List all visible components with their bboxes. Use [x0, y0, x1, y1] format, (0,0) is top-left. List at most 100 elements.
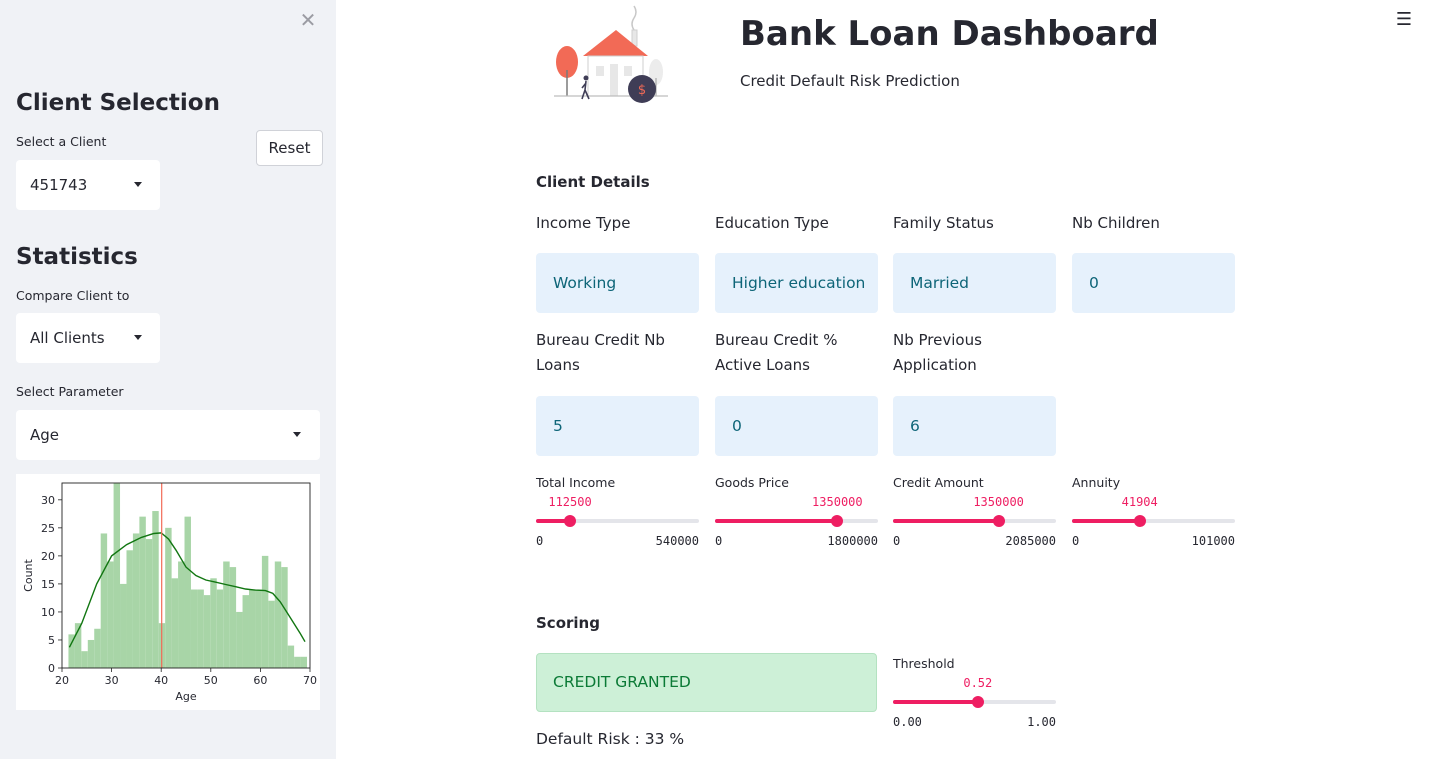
credit-amount-value: 1350000	[973, 495, 1024, 509]
y-tick-label: 25	[41, 522, 55, 535]
reset-button[interactable]: Reset	[256, 130, 323, 166]
histogram-bar	[236, 611, 243, 668]
client-details-heading: Client Details	[536, 173, 650, 191]
x-tick-label: 40	[154, 674, 168, 687]
bureau-credit-active-loans-value: 0	[715, 396, 878, 456]
page-title: Bank Loan Dashboard	[740, 14, 1159, 54]
goods-price-slider-fill	[715, 519, 838, 523]
select-parameter-label: Select Parameter	[16, 384, 124, 399]
histogram-bar	[184, 516, 191, 668]
histogram-bar	[300, 656, 308, 668]
histogram-bar	[107, 561, 114, 668]
parameter-select[interactable]: Age	[16, 410, 320, 460]
annuity-label: Annuity	[1072, 475, 1121, 490]
close-sidebar-icon[interactable]: ✕	[298, 10, 318, 30]
histogram-bar	[274, 561, 282, 668]
histogram-bar	[294, 656, 301, 668]
x-axis-label: Age	[175, 690, 197, 703]
income-type-label: Income Type	[536, 214, 631, 232]
histogram-bar	[281, 567, 288, 668]
histogram-bar	[203, 595, 211, 668]
total-income-slider-handle[interactable]	[563, 515, 576, 527]
histogram-bar	[248, 589, 256, 668]
client-selection-heading: Client Selection	[16, 90, 220, 116]
compare-select[interactable]: All Clients	[16, 313, 160, 363]
annuity-slider-handle[interactable]	[1133, 515, 1146, 527]
bureau-credit-nb-loans-label: Bureau Credit Nb Loans	[536, 328, 699, 378]
threshold-slider[interactable]	[893, 696, 1056, 708]
credit-amount-label: Credit Amount	[893, 475, 984, 490]
histogram-bar	[100, 533, 108, 668]
goods-price-min: 0	[715, 534, 723, 548]
histogram-bar	[242, 595, 249, 668]
client-select-value: 451743	[30, 176, 88, 194]
credit-amount-min: 0	[893, 534, 901, 548]
total-income-slider[interactable]	[536, 515, 699, 527]
y-tick-label: 0	[48, 662, 55, 675]
histogram-bar	[287, 645, 295, 668]
statistics-heading: Statistics	[16, 244, 138, 270]
histogram-bar	[190, 589, 198, 668]
default-risk-text: Default Risk : 33 %	[536, 730, 685, 748]
nb-previous-application-label: Nb Previous Application	[893, 328, 1056, 378]
credit-amount-slider-handle[interactable]	[992, 515, 1005, 527]
histogram-bar	[139, 516, 146, 668]
histogram-bar	[152, 511, 159, 668]
bureau-credit-nb-loans-label-line1: Bureau Credit Nb	[536, 331, 665, 349]
histogram-bar	[120, 583, 127, 668]
compare-select-value: All Clients	[30, 329, 105, 347]
select-client-label: Select a Client	[16, 134, 107, 149]
histogram-bar	[171, 578, 179, 668]
histogram-bar	[223, 561, 230, 668]
threshold-min: 0.00	[893, 715, 922, 729]
family-status-label: Family Status	[893, 214, 994, 232]
x-tick-label: 70	[303, 674, 317, 687]
goods-price-slider[interactable]	[715, 515, 878, 527]
compare-client-label: Compare Client to	[16, 288, 130, 303]
annuity-value: 41904	[1121, 495, 1158, 509]
histogram-bar	[113, 483, 121, 668]
y-tick-label: 15	[41, 578, 55, 591]
y-tick-label: 20	[41, 550, 55, 563]
hamburger-menu-icon[interactable]: ☰	[1394, 10, 1414, 30]
histogram-bar	[94, 628, 101, 668]
client-select[interactable]: 451743	[16, 160, 160, 210]
bureau-credit-active-loans-label: Bureau Credit % Active Loans	[715, 328, 878, 378]
total-income-max: 540000	[655, 534, 699, 548]
x-tick-label: 50	[204, 674, 218, 687]
nb-children-label: Nb Children	[1072, 214, 1160, 232]
goods-price-max: 1800000	[827, 534, 878, 548]
histogram-svg: 20 30 40 50 60 70 0 5 10 15 20 25 30 Age Count	[22, 482, 317, 703]
bureau-credit-nb-loans-value: 5	[536, 396, 699, 456]
x-tick-label: 60	[253, 674, 267, 687]
income-type-value: Working	[536, 253, 699, 313]
credit-decision-alert: CREDIT GRANTED	[536, 653, 877, 712]
credit-amount-slider[interactable]	[893, 515, 1056, 527]
histogram-bar	[210, 578, 217, 668]
bureau-credit-active-loans-label-line1: Bureau Credit %	[715, 331, 838, 349]
histogram-bar	[145, 539, 153, 668]
histogram-bar	[216, 589, 224, 668]
annuity-slider[interactable]	[1072, 515, 1235, 527]
sidebar: ✕ Client Selection Select a Client 45174…	[0, 0, 336, 759]
threshold-slider-handle[interactable]	[971, 696, 984, 708]
nb-previous-application-label-line1: Nb Previous	[893, 331, 982, 349]
bureau-credit-nb-loans-label-line2: Loans	[536, 356, 580, 374]
page-subtitle: Credit Default Risk Prediction	[740, 72, 960, 90]
nb-previous-application-value: 6	[893, 396, 1056, 456]
histogram-bar	[126, 550, 133, 668]
annuity-min: 0	[1072, 534, 1080, 548]
goods-price-slider-handle[interactable]	[831, 515, 844, 527]
credit-amount-max: 2085000	[1005, 534, 1056, 548]
histogram-bar	[197, 589, 204, 668]
chevron-down-icon	[134, 335, 142, 340]
annuity-max: 101000	[1191, 534, 1235, 548]
education-type-label: Education Type	[715, 214, 829, 232]
age-distribution-chart: 20 30 40 50 60 70 0 5 10 15 20 25 30 Age Count	[16, 474, 320, 710]
total-income-value: 112500	[548, 495, 592, 509]
total-income-label: Total Income	[536, 475, 616, 490]
histogram-bar	[132, 533, 140, 668]
threshold-value: 0.52	[963, 676, 993, 690]
svg-text:$: $	[638, 83, 646, 98]
nb-children-value: 0	[1072, 253, 1235, 313]
